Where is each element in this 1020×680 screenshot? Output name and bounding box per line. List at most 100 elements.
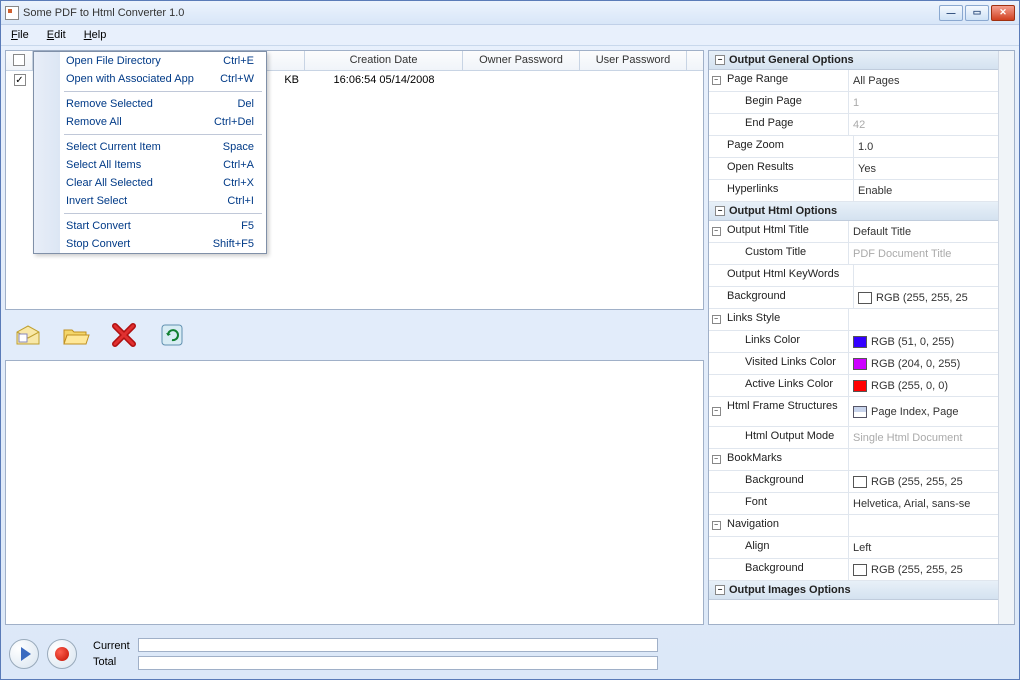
menu-item[interactable]: Clear All Selected Ctrl+X [34, 174, 266, 192]
prop-active-color[interactable]: Active Links ColorRGB (255, 0, 0) [709, 375, 998, 397]
menu-item-shortcut: Ctrl+Del [214, 116, 254, 128]
properties-panel: −Output General Options −Page RangeAll P… [708, 50, 1015, 625]
menu-item-label: Invert Select [66, 195, 127, 207]
menu-separator [64, 213, 262, 214]
menu-help[interactable]: Help [80, 27, 111, 43]
menu-item-shortcut: Ctrl+W [220, 73, 254, 85]
menu-item-shortcut: Shift+F5 [213, 238, 254, 250]
menu-item[interactable]: Select All ItemsCtrl+A [34, 156, 266, 174]
color-swatch [858, 292, 872, 304]
prop-bookmarks[interactable]: −BookMarks [709, 449, 998, 471]
menu-item[interactable]: Remove AllCtrl+Del [34, 113, 266, 131]
section-general[interactable]: −Output General Options [709, 51, 998, 70]
menu-edit[interactable]: Edit [43, 27, 70, 43]
refresh-icon [158, 321, 186, 349]
row-checkbox[interactable] [14, 74, 26, 86]
prop-links-color[interactable]: Links ColorRGB (51, 0, 255) [709, 331, 998, 353]
menu-item-label: Clear All Selected [66, 177, 153, 189]
col-check[interactable] [6, 51, 33, 70]
current-label: Current [93, 640, 130, 652]
color-swatch [853, 358, 867, 370]
envelope-open-icon [13, 322, 43, 348]
maximize-button[interactable]: ▭ [965, 5, 989, 21]
window-controls: — ▭ ✕ [939, 5, 1015, 21]
stop-button[interactable] [47, 639, 77, 669]
menu-item-shortcut: Ctrl+E [223, 55, 254, 67]
menu-item[interactable]: Invert Select Ctrl+I [34, 192, 266, 210]
collapse-icon[interactable]: − [715, 585, 725, 595]
prop-keywords[interactable]: Output Html KeyWords [709, 265, 998, 287]
prop-links-style[interactable]: −Links Style [709, 309, 998, 331]
menu-separator [64, 134, 262, 135]
menu-separator [64, 91, 262, 92]
expand-icon[interactable]: − [712, 315, 721, 324]
prop-hyperlinks[interactable]: HyperlinksEnable [709, 180, 998, 202]
expand-icon[interactable]: − [712, 227, 721, 236]
check-all[interactable] [13, 54, 25, 66]
menu-item[interactable]: Select Current ItemSpace [34, 138, 266, 156]
menu-item[interactable]: Open File Directory Ctrl+E [34, 52, 266, 70]
close-button[interactable]: ✕ [991, 5, 1015, 21]
app-icon [5, 6, 19, 20]
col-owner[interactable]: Owner Password [463, 51, 580, 70]
expand-icon[interactable]: − [712, 407, 721, 416]
properties-grid: −Output General Options −Page RangeAll P… [709, 51, 998, 600]
menu-item[interactable]: Start ConvertF5 [34, 217, 266, 235]
delete-button[interactable] [107, 318, 141, 352]
expand-icon[interactable]: − [712, 455, 721, 464]
menu-item-shortcut: Ctrl+X [223, 177, 254, 189]
minimize-button[interactable]: — [939, 5, 963, 21]
prop-html-title[interactable]: −Output Html TitleDefault Title [709, 221, 998, 243]
prop-background[interactable]: BackgroundRGB (255, 255, 25 [709, 287, 998, 309]
prop-bm-background[interactable]: BackgroundRGB (255, 255, 25 [709, 471, 998, 493]
delete-x-icon [110, 321, 138, 349]
prop-bm-font[interactable]: FontHelvetica, Arial, sans-se [709, 493, 998, 515]
collapse-icon[interactable]: − [715, 55, 725, 65]
col-user[interactable]: User Password [580, 51, 687, 70]
expand-icon[interactable]: − [712, 76, 721, 85]
prop-output-mode[interactable]: Html Output ModeSingle Html Document [709, 427, 998, 449]
start-button[interactable] [9, 639, 39, 669]
prop-frame-structures[interactable]: −Html Frame StructuresPage Index, Page [709, 397, 998, 427]
menu-item[interactable]: Stop ConvertShift+F5 [34, 235, 266, 253]
col-creation[interactable]: Creation Date [305, 51, 463, 70]
toolbar [5, 314, 704, 356]
section-images[interactable]: −Output Images Options [709, 581, 998, 600]
progress-bars [138, 638, 658, 670]
expand-icon[interactable]: − [712, 521, 721, 530]
total-label: Total [93, 656, 130, 668]
progress-labels: Current Total [93, 640, 130, 668]
left-panel: Creation Date Owner Password User Passwo… [5, 50, 704, 625]
open-file-button[interactable] [11, 318, 45, 352]
prop-end-page[interactable]: End Page42 [709, 114, 998, 136]
prop-open-results[interactable]: Open ResultsYes [709, 158, 998, 180]
prop-nav-background[interactable]: BackgroundRGB (255, 255, 25 [709, 559, 998, 581]
prop-nav-align[interactable]: AlignLeft [709, 537, 998, 559]
menu-item[interactable]: Open with Associated AppCtrl+W [34, 70, 266, 88]
scrollbar[interactable] [998, 51, 1014, 624]
prop-page-zoom[interactable]: Page Zoom1.0 [709, 136, 998, 158]
col-size[interactable] [267, 51, 305, 70]
prop-visited-color[interactable]: Visited Links ColorRGB (204, 0, 255) [709, 353, 998, 375]
section-html[interactable]: −Output Html Options [709, 202, 998, 221]
prop-page-range[interactable]: −Page RangeAll Pages [709, 70, 998, 92]
menu-item-shortcut: Ctrl+I [227, 195, 254, 207]
menu-file[interactable]: File [7, 27, 33, 43]
prop-custom-title[interactable]: Custom TitlePDF Document Title [709, 243, 998, 265]
open-folder-button[interactable] [59, 318, 93, 352]
prop-navigation[interactable]: −Navigation [709, 515, 998, 537]
menu-item-shortcut: Ctrl+A [223, 159, 254, 171]
edit-dropdown-menu: Open File Directory Ctrl+E Open with Assoc… [33, 51, 267, 254]
total-progress [138, 656, 658, 670]
menu-item[interactable]: Remove SelectedDel [34, 95, 266, 113]
menu-item-shortcut: Space [223, 141, 254, 153]
frame-icon [853, 406, 867, 418]
prop-begin-page[interactable]: Begin Page1 [709, 92, 998, 114]
cell-creation: 16:06:54 05/14/2008 [305, 73, 463, 87]
refresh-button[interactable] [155, 318, 189, 352]
content-area: Creation Date Owner Password User Passwo… [1, 46, 1019, 629]
menu-item-label: Open File Directory [66, 55, 161, 67]
file-table: Creation Date Owner Password User Passwo… [5, 50, 704, 310]
menu-item-shortcut: Del [237, 98, 254, 110]
collapse-icon[interactable]: − [715, 206, 725, 216]
